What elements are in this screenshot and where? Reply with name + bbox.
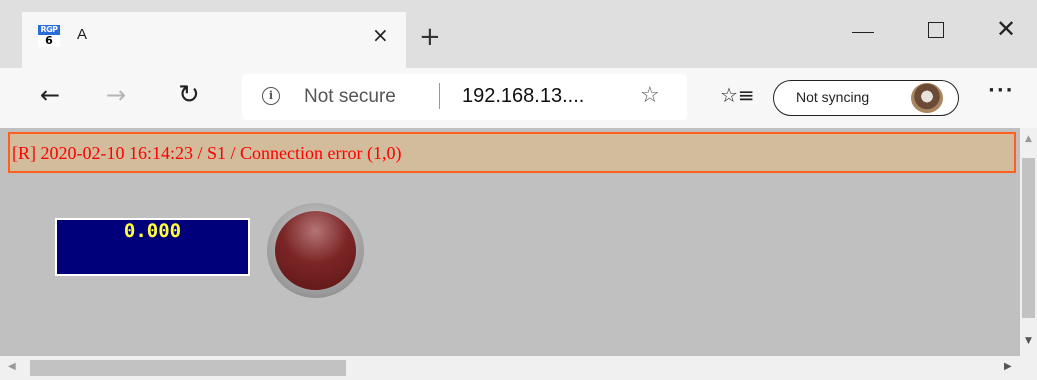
favorites-icon[interactable]: ☆≡	[720, 82, 755, 108]
scroll-right-icon[interactable]: ▶	[1004, 361, 1012, 372]
url-text[interactable]: 192.168.13....	[462, 85, 584, 108]
avatar	[911, 83, 943, 113]
status-message-bar: [R] 2020-02-10 16:14:23 / S1 / Connectio…	[8, 132, 1016, 173]
vertical-scroll-thumb[interactable]	[1022, 158, 1035, 318]
indicator-lamp-light	[275, 211, 356, 290]
value-display: 0.000	[55, 218, 250, 276]
address-divider	[439, 83, 440, 109]
new-tab-icon[interactable]: +	[419, 22, 441, 52]
address-bar[interactable]: i Not secure 192.168.13.... ☆	[242, 74, 687, 120]
browser-tab[interactable]: RGP 6 A ×	[22, 12, 406, 68]
scroll-up-icon[interactable]: ▲	[1020, 134, 1037, 144]
more-options-icon[interactable]: ···	[988, 80, 1015, 101]
scroll-down-icon[interactable]: ▼	[1020, 336, 1037, 346]
tab-close-icon[interactable]: ×	[372, 24, 389, 46]
horizontal-scrollbar[interactable]: ◀ ▶	[0, 356, 1020, 380]
sync-label: Not syncing	[796, 89, 870, 105]
horizontal-scroll-thumb[interactable]	[30, 360, 346, 376]
favicon-icon: RGP 6	[38, 25, 60, 47]
browser-toolbar: ← → ↻ i Not secure 192.168.13.... ☆ ☆≡ N…	[0, 68, 1037, 128]
value-display-text: 0.000	[123, 220, 182, 242]
tab-title: A	[77, 26, 88, 43]
indicator-lamp	[267, 203, 364, 298]
security-indicator[interactable]: Not secure	[304, 86, 396, 108]
minimize-icon[interactable]	[852, 32, 874, 33]
scroll-left-icon[interactable]: ◀	[8, 361, 16, 372]
page-content: [R] 2020-02-10 16:14:23 / S1 / Connectio…	[0, 128, 1020, 356]
forward-arrow-icon[interactable]: →	[106, 81, 126, 109]
status-message: [R] 2020-02-10 16:14:23 / S1 / Connectio…	[12, 143, 402, 163]
reload-icon[interactable]: ↻	[178, 81, 200, 109]
add-favorite-star-icon[interactable]: ☆	[640, 83, 660, 109]
favicon-bottom-text: 6	[38, 35, 60, 47]
back-arrow-icon[interactable]: ←	[40, 81, 60, 109]
maximize-icon[interactable]	[928, 22, 944, 38]
vertical-scrollbar[interactable]: ▲ ▼	[1020, 128, 1037, 356]
profile-sync-button[interactable]: Not syncing	[773, 80, 959, 116]
title-bar: RGP 6 A × + ✕	[0, 0, 1037, 68]
window-close-icon[interactable]: ✕	[996, 16, 1016, 42]
info-icon[interactable]: i	[262, 87, 280, 105]
scrollbar-corner	[1020, 356, 1037, 380]
